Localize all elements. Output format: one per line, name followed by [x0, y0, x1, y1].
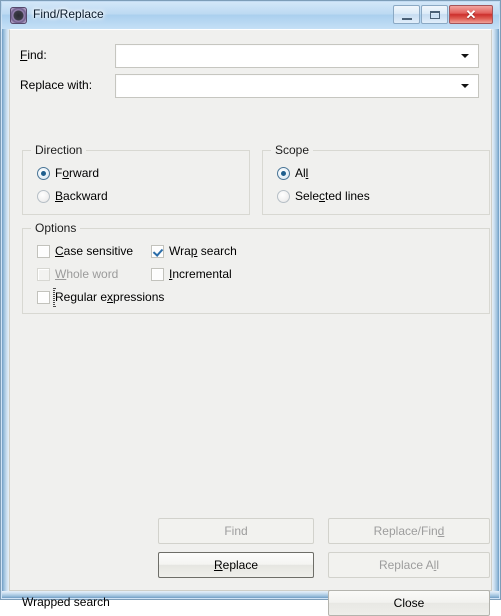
replace-all-button[interactable]: Replace All — [328, 552, 490, 578]
checkbox-incremental-indicator[interactable] — [151, 268, 164, 281]
direction-group-title: Direction — [31, 143, 87, 157]
status-message: Wrapped search — [22, 595, 110, 609]
radio-selected-lines-indicator[interactable] — [277, 190, 290, 203]
checkbox-whole-word-indicator — [37, 268, 50, 281]
replace-button[interactable]: Replace — [158, 552, 314, 578]
radio-forward-label: Forward — [55, 166, 100, 180]
window-border-left — [2, 29, 9, 598]
dialog-client-area: Find: Replace with: Direction Forward Ba… — [9, 29, 492, 616]
chevron-down-icon[interactable] — [461, 54, 469, 58]
radio-forward-indicator[interactable] — [37, 167, 50, 180]
maximize-icon — [430, 11, 440, 19]
close-dialog-button[interactable]: Close — [328, 590, 490, 616]
title-bar[interactable]: Find/Replace ✕ — [2, 2, 499, 29]
radio-backward-label: Backward — [55, 189, 108, 203]
close-dialog-button-label: Close — [393, 596, 425, 610]
options-group-title: Options — [31, 221, 81, 235]
checkbox-whole-word-label: Whole word — [55, 267, 119, 281]
replace-label: Replace with: — [20, 78, 93, 92]
radio-all-label: All — [295, 166, 309, 180]
find-button[interactable]: Find — [158, 518, 314, 544]
window-title: Find/Replace — [33, 7, 104, 21]
checkbox-regular-expressions-indicator[interactable] — [37, 291, 50, 304]
scope-group: Scope All Selected lines — [262, 143, 490, 215]
close-window-button[interactable]: ✕ — [449, 5, 493, 24]
find-combo[interactable] — [115, 44, 479, 68]
radio-selected-lines-label: Selected lines — [295, 189, 370, 203]
radio-backward-indicator[interactable] — [37, 190, 50, 203]
checkbox-case-sensitive-indicator[interactable] — [37, 245, 50, 258]
replace-find-button-label: Replace/Find — [373, 524, 445, 538]
replace-button-label: Replace — [213, 558, 259, 572]
checkbox-regular-expressions-label: Regular expressions — [55, 290, 165, 304]
checkbox-incremental-label: Incremental — [169, 267, 232, 281]
radio-all-indicator[interactable] — [277, 167, 290, 180]
app-icon — [10, 7, 27, 24]
checkbox-wrap-search-label: Wrap search — [169, 244, 237, 258]
minimize-button[interactable] — [393, 5, 420, 24]
find-label: Find: — [20, 48, 47, 62]
close-icon: ✕ — [465, 7, 477, 22]
find-replace-window: Find/Replace ✕ Find: Replace with: Direc… — [0, 0, 501, 616]
chevron-down-icon[interactable] — [461, 84, 469, 88]
scope-group-title: Scope — [271, 143, 314, 157]
replace-find-button[interactable]: Replace/Find — [328, 518, 490, 544]
find-row: Find: — [10, 44, 491, 68]
replace-combo[interactable] — [115, 74, 479, 98]
focus-rectangle — [53, 288, 55, 307]
direction-group: Direction Forward Backward — [22, 143, 250, 215]
replace-all-button-label: Replace All — [378, 558, 440, 572]
window-border-right — [492, 29, 499, 598]
maximize-button[interactable] — [421, 5, 448, 24]
find-button-label: Find — [224, 524, 248, 538]
checkbox-case-sensitive-label: Case sensitive — [55, 244, 134, 258]
replace-row: Replace with: — [10, 74, 491, 98]
checkbox-wrap-search-indicator[interactable] — [151, 245, 164, 258]
options-group: Options Case sensitive Wrap search Whole… — [22, 221, 490, 314]
minimize-icon — [402, 18, 412, 20]
